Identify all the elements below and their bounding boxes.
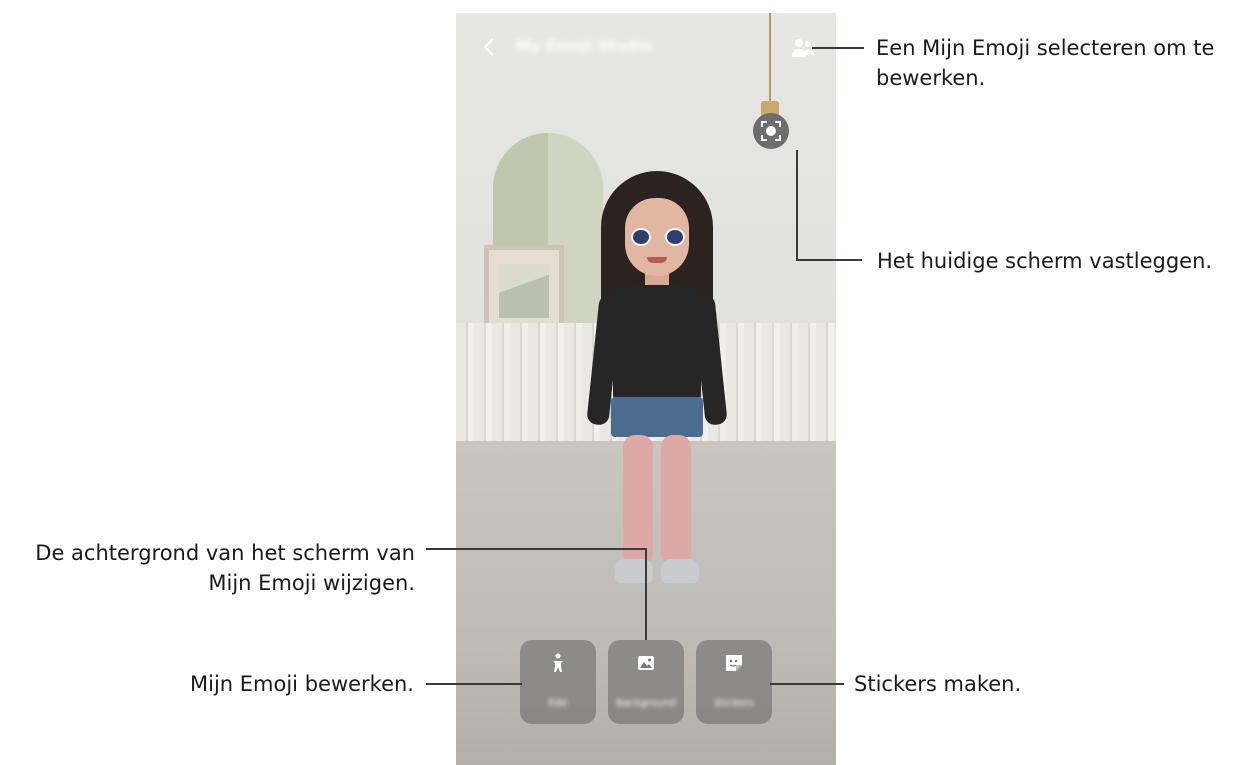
- avatar-sweater: [613, 285, 701, 401]
- lamp-cord: [769, 13, 771, 103]
- callout-line-background: [426, 548, 646, 550]
- face-capture-icon: [761, 121, 781, 141]
- edit-label: Edit: [548, 698, 568, 709]
- sticker-icon: [723, 652, 745, 674]
- callout-edit: Mijn Emoji bewerken.: [190, 672, 414, 696]
- edit-button[interactable]: Edit: [520, 640, 596, 724]
- avatar-eye-right: [665, 228, 685, 246]
- stickers-button[interactable]: Stickers: [696, 640, 772, 724]
- callout-line-edit: [426, 683, 522, 685]
- background-button[interactable]: Background: [608, 640, 684, 724]
- back-icon[interactable]: [478, 35, 502, 59]
- callout-line-select: [812, 47, 864, 49]
- avatar-shorts: [611, 397, 703, 437]
- image-icon: [635, 652, 657, 674]
- picture-frame: [484, 245, 564, 333]
- emoji-avatar[interactable]: [581, 153, 731, 593]
- callout-background: De achtergrond van het scherm van Mijn E…: [35, 541, 415, 595]
- avatar-mouth: [647, 257, 667, 263]
- capture-button[interactable]: [753, 113, 789, 149]
- avatar-shoe-left: [615, 559, 653, 583]
- person-icon: [547, 652, 569, 674]
- callout-stickers: Stickers maken.: [854, 672, 1022, 696]
- callout-line-capture-vertical: [796, 150, 798, 260]
- stickers-label: Stickers: [714, 698, 754, 709]
- callout-capture: Het huidige scherm vastleggen.: [877, 249, 1213, 273]
- background-label: Background: [616, 698, 676, 709]
- callout-line-stickers: [770, 683, 844, 685]
- callout-select: Een Mijn Emoji selecteren om te bewerken…: [876, 36, 1215, 90]
- avatar-shoe-right: [661, 559, 699, 583]
- app-title: My Emoji Studio: [516, 37, 653, 55]
- avatar-eye-left: [631, 228, 651, 246]
- avatar-leg-left: [623, 435, 653, 565]
- callout-line-capture: [796, 259, 862, 261]
- avatar-leg-right: [661, 435, 691, 565]
- callout-line-background-vertical: [645, 548, 647, 640]
- phone-screen: My Emoji Studio Edit Background Stickers: [456, 13, 836, 765]
- frame-art: [499, 264, 549, 318]
